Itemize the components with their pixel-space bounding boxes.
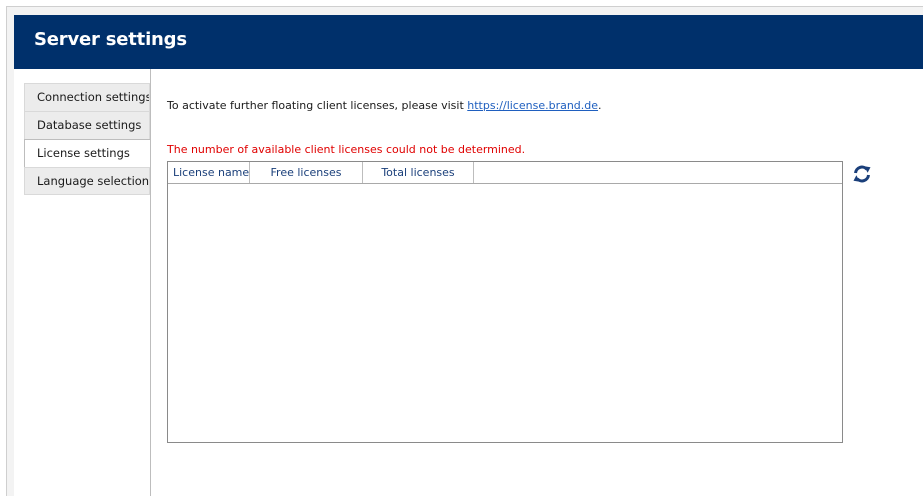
license-info-text: To activate further floating client lice…: [167, 99, 602, 112]
header-bar: Server settings: [14, 15, 923, 69]
license-info-prefix: To activate further floating client lice…: [167, 99, 468, 112]
tab-license-settings[interactable]: License settings: [24, 139, 151, 167]
column-header-free-licenses[interactable]: Free licenses: [250, 162, 363, 183]
column-header-license-name[interactable]: License name: [168, 162, 250, 183]
license-error-message: The number of available client licenses …: [167, 143, 526, 156]
license-table-header: License name Free licenses Total license…: [168, 162, 842, 184]
tab-database-settings[interactable]: Database settings: [24, 111, 150, 139]
settings-tabs: Connection settings Database settings Li…: [24, 83, 151, 195]
settings-body: Connection settings Database settings Li…: [14, 69, 923, 496]
page-title: Server settings: [34, 29, 187, 50]
refresh-icon[interactable]: [851, 163, 873, 185]
license-settings-panel: To activate further floating client lice…: [150, 69, 923, 496]
license-info-suffix: .: [598, 99, 602, 112]
column-header-filler: [474, 162, 842, 183]
license-link[interactable]: https://license.brand.de: [467, 99, 598, 112]
license-table[interactable]: License name Free licenses Total license…: [167, 161, 843, 443]
tab-connection-settings[interactable]: Connection settings: [24, 83, 150, 111]
refresh-icon-graphic: [853, 165, 871, 183]
tab-language-selection[interactable]: Language selection: [24, 167, 150, 195]
column-header-total-licenses[interactable]: Total licenses: [363, 162, 474, 183]
